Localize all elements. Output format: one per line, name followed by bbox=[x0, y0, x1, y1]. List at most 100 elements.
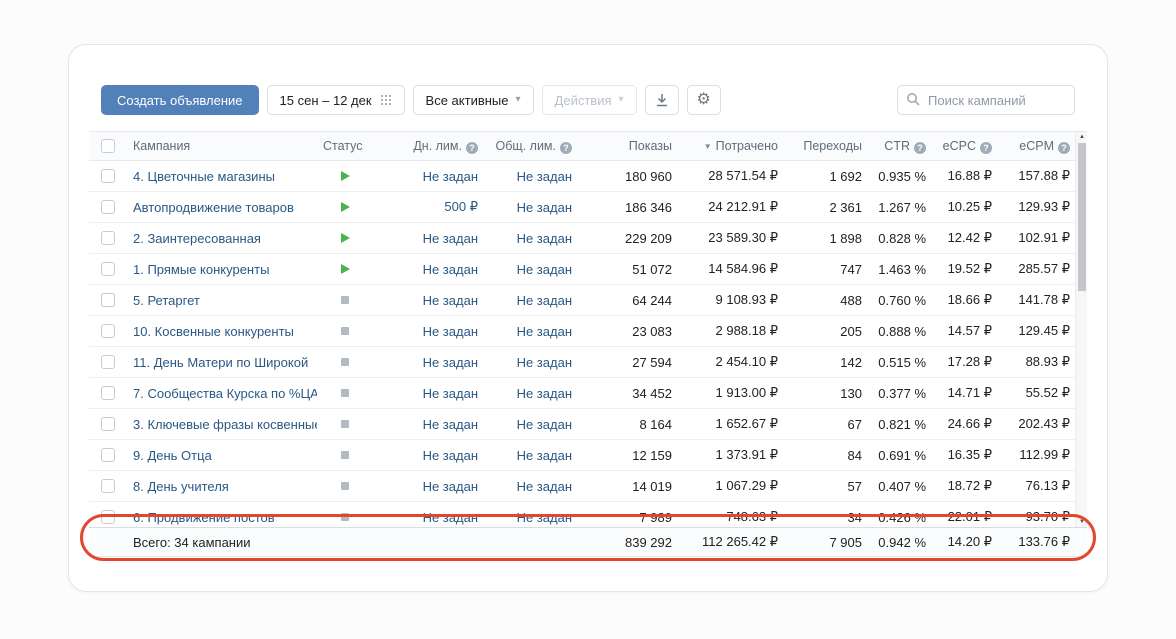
row-checkbox[interactable] bbox=[101, 479, 115, 493]
total-limit-link[interactable]: Не задан bbox=[517, 479, 572, 494]
campaign-name-link[interactable]: 8. День учителя bbox=[133, 479, 229, 494]
impressions-value: 64 244 bbox=[575, 293, 675, 308]
total-limit-link[interactable]: Не задан bbox=[517, 324, 572, 339]
status-active-icon[interactable] bbox=[341, 171, 350, 181]
vertical-scrollbar[interactable]: ▲ ▼ bbox=[1075, 132, 1087, 527]
column-header-показы[interactable]: Показы bbox=[575, 139, 675, 153]
status-stopped-icon[interactable] bbox=[341, 513, 349, 521]
column-header-потрачено[interactable]: ▼Потрачено bbox=[675, 139, 781, 153]
column-header-ctr[interactable]: CTR? bbox=[865, 139, 929, 154]
ecpc-value: 18.66 ₽ bbox=[929, 292, 995, 308]
table-row: 10. Косвенные конкуренты Не задан Не задан… bbox=[89, 316, 1087, 347]
column-header-ecpm[interactable]: eCPM? bbox=[995, 139, 1073, 154]
status-stopped-icon[interactable] bbox=[341, 327, 349, 335]
scroll-down-arrow[interactable]: ▼ bbox=[1076, 519, 1088, 525]
row-checkbox[interactable] bbox=[101, 510, 115, 524]
total-limit-link[interactable]: Не задан bbox=[517, 293, 572, 308]
status-active-icon[interactable] bbox=[341, 233, 350, 243]
help-icon[interactable]: ? bbox=[914, 142, 926, 154]
daily-limit-cell: Не задан bbox=[373, 448, 481, 463]
ecpc-value: 14.57 ₽ bbox=[929, 323, 995, 339]
total-limit-link[interactable]: Не задан bbox=[517, 448, 572, 463]
row-checkbox[interactable] bbox=[101, 200, 115, 214]
row-checkbox[interactable] bbox=[101, 417, 115, 431]
column-header-общ-лим-[interactable]: Общ. лим.? bbox=[481, 139, 575, 154]
export-button[interactable] bbox=[645, 85, 679, 115]
status-filter-dropdown[interactable]: Все активные ▾ bbox=[413, 85, 534, 115]
help-icon[interactable]: ? bbox=[560, 142, 572, 154]
campaign-name-link[interactable]: 7. Сообщества Курска по %ЦА bbox=[133, 386, 317, 401]
settings-button[interactable]: ⚙ bbox=[687, 85, 721, 115]
actions-dropdown[interactable]: Действия ▾ bbox=[542, 85, 637, 115]
total-limit-link[interactable]: Не задан bbox=[517, 231, 572, 246]
total-limit-link[interactable]: Не задан bbox=[517, 169, 572, 184]
row-checkbox[interactable] bbox=[101, 386, 115, 400]
help-icon[interactable]: ? bbox=[980, 142, 992, 154]
total-limit-link[interactable]: Не задан bbox=[517, 417, 572, 432]
daily-limit-link[interactable]: Не задан bbox=[423, 448, 478, 463]
calendar-icon bbox=[381, 95, 392, 106]
help-icon[interactable]: ? bbox=[466, 142, 478, 154]
campaign-name-link[interactable]: 5. Ретаргет bbox=[133, 293, 200, 308]
daily-limit-link[interactable]: Не задан bbox=[423, 386, 478, 401]
row-checkbox[interactable] bbox=[101, 169, 115, 183]
row-checkbox[interactable] bbox=[101, 293, 115, 307]
column-header-переходы[interactable]: Переходы bbox=[781, 139, 865, 153]
column-header-ecpc[interactable]: eCPC? bbox=[929, 139, 995, 154]
status-stopped-icon[interactable] bbox=[341, 358, 349, 366]
total-limit-link[interactable]: Не задан bbox=[517, 262, 572, 277]
row-checkbox[interactable] bbox=[101, 262, 115, 276]
daily-limit-link[interactable]: Не задан bbox=[423, 324, 478, 339]
impressions-value: 180 960 bbox=[575, 169, 675, 184]
status-stopped-icon[interactable] bbox=[341, 389, 349, 397]
daily-limit-link[interactable]: Не задан bbox=[423, 169, 478, 184]
daily-limit-link[interactable]: Не задан bbox=[423, 355, 478, 370]
column-header-дн-лим-[interactable]: Дн. лим.? bbox=[373, 139, 481, 154]
total-limit-link[interactable]: Не задан bbox=[517, 386, 572, 401]
campaign-name-link[interactable]: 6. Продвижение постов bbox=[133, 510, 275, 525]
daily-limit-link[interactable]: Не задан bbox=[423, 417, 478, 432]
status-active-icon[interactable] bbox=[341, 264, 350, 274]
campaign-name-cell: 6. Продвижение постов bbox=[127, 510, 317, 525]
total-limit-link[interactable]: Не задан bbox=[517, 200, 572, 215]
daily-limit-link[interactable]: Не задан bbox=[423, 231, 478, 246]
campaign-name-link[interactable]: 4. Цветочные магазины bbox=[133, 169, 275, 184]
daily-limit-link[interactable]: 500 ₽ bbox=[444, 199, 478, 215]
status-stopped-icon[interactable] bbox=[341, 296, 349, 304]
campaign-name-link[interactable]: 11. День Матери по Широкой bbox=[133, 355, 308, 370]
daily-limit-link[interactable]: Не задан bbox=[423, 510, 478, 525]
scrollbar-thumb[interactable] bbox=[1078, 143, 1086, 291]
row-checkbox[interactable] bbox=[101, 355, 115, 369]
status-stopped-icon[interactable] bbox=[341, 451, 349, 459]
scroll-up-arrow[interactable]: ▲ bbox=[1076, 134, 1088, 140]
daily-limit-link[interactable]: Не задан bbox=[423, 293, 478, 308]
daily-limit-cell: Не задан bbox=[373, 293, 481, 308]
status-stopped-icon[interactable] bbox=[341, 420, 349, 428]
campaign-name-link[interactable]: 9. День Отца bbox=[133, 448, 212, 463]
row-checkbox[interactable] bbox=[101, 324, 115, 338]
campaign-name-link[interactable]: 10. Косвенные конкуренты bbox=[133, 324, 294, 339]
column-header-label: Кампания bbox=[133, 139, 190, 153]
search-input[interactable] bbox=[897, 85, 1075, 115]
row-checkbox[interactable] bbox=[101, 448, 115, 462]
column-header-статус[interactable]: Статус bbox=[317, 139, 373, 153]
total-limit-link[interactable]: Не задан bbox=[517, 355, 572, 370]
total-limit-cell: Не задан bbox=[481, 479, 575, 494]
column-header-label: CTR bbox=[884, 139, 910, 153]
daily-limit-link[interactable]: Не задан bbox=[423, 479, 478, 494]
row-checkbox[interactable] bbox=[101, 231, 115, 245]
daily-limit-link[interactable]: Не задан bbox=[423, 262, 478, 277]
column-header-кампания[interactable]: Кампания bbox=[127, 139, 317, 153]
campaign-name-link[interactable]: 1. Прямые конкуренты bbox=[133, 262, 269, 277]
select-all-checkbox[interactable] bbox=[101, 139, 115, 153]
campaign-name-link[interactable]: Автопродвижение товаров bbox=[133, 200, 294, 215]
status-stopped-icon[interactable] bbox=[341, 482, 349, 490]
status-active-icon[interactable] bbox=[341, 202, 350, 212]
campaign-name-link[interactable]: 2. Заинтересованная bbox=[133, 231, 261, 246]
help-icon[interactable]: ? bbox=[1058, 142, 1070, 154]
create-ad-button[interactable]: Создать объявление bbox=[101, 85, 259, 115]
total-limit-link[interactable]: Не задан bbox=[517, 510, 572, 525]
ecpm-value: 129.93 ₽ bbox=[995, 199, 1073, 215]
campaign-name-link[interactable]: 3. Ключевые фразы косвенные bbox=[133, 417, 317, 432]
date-range-button[interactable]: 15 сен – 12 дек bbox=[267, 85, 405, 115]
